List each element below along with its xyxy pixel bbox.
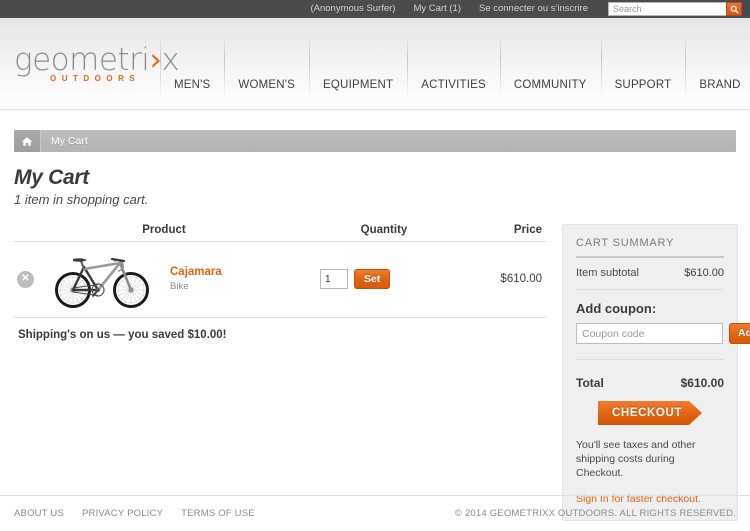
nav-item-womens[interactable]: WOMEN'S — [224, 36, 309, 110]
main-navigation: MEN'S WOMEN'S EQUIPMENT ACTIVITIES COMMU… — [160, 36, 750, 110]
anonymous-user-label: (Anonymous Surfer) — [310, 3, 396, 14]
total-row: Total $610.00 — [576, 359, 724, 390]
column-header-quantity: Quantity — [360, 224, 408, 236]
utility-bar: (Anonymous Surfer) My Cart (1) Se connec… — [0, 0, 750, 18]
cart-table-header: Product Quantity Price — [14, 224, 546, 242]
coupon-input[interactable] — [576, 323, 723, 344]
page-subtitle: 1 item in shopping cart. — [14, 192, 149, 207]
cart-summary-column: CART SUMMARY Item subtotal $610.00 Add c… — [562, 224, 750, 521]
close-icon: ✕ — [21, 273, 30, 284]
remove-cell: ✕ — [14, 270, 48, 288]
quantity-input[interactable] — [320, 269, 348, 289]
coupon-form: Add — [576, 323, 750, 344]
breadcrumb: My Cart — [14, 130, 736, 152]
breadcrumb-home-button[interactable] — [14, 130, 40, 152]
breadcrumb-current[interactable]: My Cart — [41, 135, 88, 147]
main-content: Product Quantity Price ✕ Cajamara Bike 1… — [0, 208, 750, 521]
tax-note: You'll see taxes and other shipping cost… — [576, 439, 696, 479]
nav-item-community[interactable]: COMMUNITY — [499, 36, 601, 110]
breadcrumb-container: My Cart — [0, 110, 750, 152]
set-quantity-button[interactable]: Set — [354, 269, 391, 289]
total-value: $610.00 — [680, 376, 724, 390]
footer-link-terms-of-use[interactable]: TERMS OF USE — [181, 508, 255, 519]
home-icon — [21, 136, 33, 146]
nav-item-activities[interactable]: ACTIVITIES — [407, 36, 500, 110]
site-footer: ABOUT US PRIVACY POLICY TERMS OF USE © 2… — [0, 495, 750, 531]
page-root: (Anonymous Surfer) My Cart (1) Se connec… — [0, 0, 750, 531]
footer-link-privacy-policy[interactable]: PRIVACY POLICY — [82, 508, 163, 519]
quantity-cell: Set — [314, 269, 454, 289]
footer-copyright: © 2014 GEOMETRIXX OUTDOORS. ALL RIGHTS R… — [454, 508, 736, 519]
logo-wordmark: geometri›x — [14, 42, 180, 78]
brand-logo[interactable]: geometri›x OUTDOORS — [14, 42, 180, 83]
nav-item-mens[interactable]: MEN'S — [160, 36, 224, 110]
search-input[interactable] — [608, 2, 726, 16]
logo-text-a: geometri — [14, 42, 150, 78]
cart-summary-panel: CART SUMMARY Item subtotal $610.00 Add c… — [562, 224, 750, 521]
column-header-product: Product — [142, 224, 186, 236]
page-title: My Cart — [14, 166, 89, 189]
site-header: geometri›x OUTDOORS MEN'S WOMEN'S EQUIPM… — [0, 18, 750, 110]
search-button[interactable] — [726, 2, 742, 16]
product-info: Cajamara Bike — [164, 265, 314, 293]
footer-links: ABOUT US PRIVACY POLICY TERMS OF USE — [14, 508, 273, 519]
coupon-heading: Add coupon: — [576, 301, 657, 316]
signin-register-link[interactable]: Se connecter ou s'inscrire — [479, 0, 588, 18]
summary-heading: CART SUMMARY — [576, 237, 724, 258]
remove-item-button[interactable]: ✕ — [17, 270, 34, 288]
product-thumbnail[interactable] — [48, 250, 164, 308]
subtotal-row: Item subtotal $610.00 — [576, 258, 724, 290]
page-title-block: My Cart 1 item in shopping cart. — [0, 152, 750, 208]
total-label: Total — [576, 376, 604, 390]
checkout-button[interactable]: CHECKOUT — [598, 401, 702, 425]
column-header-price: Price — [513, 224, 542, 236]
nav-item-support[interactable]: SUPPORT — [600, 36, 686, 110]
nav-item-brand[interactable]: BRAND — [685, 36, 750, 110]
bicycle-image — [55, 257, 149, 308]
subtotal-value: $610.00 — [684, 267, 724, 279]
my-cart-link[interactable]: My Cart (1) — [413, 0, 461, 18]
item-price: $610.00 — [500, 273, 542, 285]
nav-item-equipment[interactable]: EQUIPMENT — [309, 36, 407, 110]
search-icon — [730, 5, 739, 14]
shipping-note: Shipping's on us — you saved $10.00! — [18, 329, 227, 341]
product-category: Bike — [170, 281, 189, 292]
product-name-link[interactable]: Cajamara — [170, 265, 314, 279]
cart-table: Product Quantity Price ✕ Cajamara Bike 1… — [14, 224, 546, 341]
subtotal-label: Item subtotal — [576, 267, 639, 279]
footer-link-about-us[interactable]: ABOUT US — [14, 508, 64, 519]
add-coupon-button[interactable]: Add — [729, 323, 750, 344]
table-row: ✕ Cajamara Bike 1 Set $610.00 — [14, 242, 546, 318]
search-box — [608, 2, 742, 16]
checkout-container: CHECKOUT — [576, 401, 724, 425]
